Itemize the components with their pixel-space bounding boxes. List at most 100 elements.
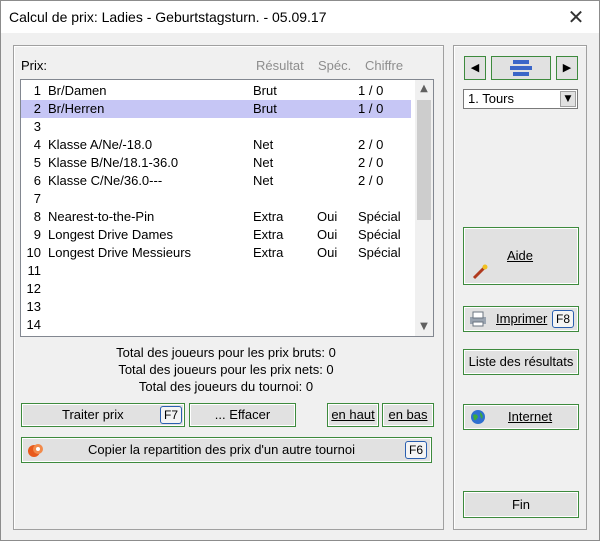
en-bas-label: en bas [388,407,428,422]
prize-num: 4 [33,137,41,152]
prize-row[interactable]: 2 Br/Herren Brut 1 / 0 [21,100,411,118]
header-chiffre: Chiffre [365,58,404,73]
prize-result: Net [253,155,274,170]
traiter-prix-button[interactable]: Traiter prix F7 [21,403,185,427]
prev-icon[interactable]: ◀ [464,56,486,80]
effacer-button[interactable]: ... Effacer [189,403,296,427]
prize-num: 9 [33,227,41,242]
prize-row[interactable]: 7 [21,190,411,208]
prize-name: Br/Herren [48,101,105,116]
prize-list[interactable]: 1 Br/Damen Brut 1 / 0 2 Br/Herren Brut 1 / 034K… [20,79,434,337]
copy-icon [27,442,45,466]
prize-name: Nearest-to-the-Pin [48,209,155,224]
prize-row[interactable]: 6 Klasse C/Ne/36.0--- Net 2 / 0 [21,172,411,190]
print-layout-button[interactable] [491,56,551,80]
prize-num: 3 [33,119,41,134]
prize-name: Longest Drive Messieurs [48,245,192,260]
prize-figure: 2 / 0 [358,155,384,170]
header-spec: Spéc. [318,58,352,73]
traiter-key-badge: F7 [160,406,183,424]
scroll-thumb[interactable] [417,100,431,220]
title-bar: Calcul de prix: Ladies - Geburtstagsturn… [1,1,599,33]
aide-button[interactable]: Aide [463,227,579,285]
prize-num: 11 [27,263,42,278]
prize-name: Klasse A/Ne/-18.0 [48,137,153,152]
aide-label: Aide [507,248,534,263]
prize-figure: Spécial [358,227,401,242]
fin-button[interactable]: Fin [463,491,579,518]
internet-button[interactable]: Internet [463,404,579,430]
copier-repartition-button[interactable]: Copier la repartition des prix d'un autr… [21,437,432,463]
window-title: Calcul de prix: Ladies - Geburtstagsturn… [9,9,327,25]
prize-name: Klasse B/Ne/18.1-36.0 [48,155,179,170]
total-tournoi: Total des joueurs du tournoi: 0 [138,379,314,394]
copier-label: Copier la repartition des prix d'un autr… [88,442,355,457]
next-icon[interactable]: ▶ [556,56,578,80]
prize-result: Extra [253,209,284,224]
prize-num: 5 [33,155,41,170]
total-brut: Total des joueurs pour les prix bruts: 0 [116,345,336,360]
list-scrollbar[interactable]: ▲ ▼ [415,80,433,336]
effacer-label: ... Effacer [214,407,271,422]
liste-resultats-button[interactable]: Liste des résultats [463,349,579,375]
prize-row[interactable]: 8 Nearest-to-the-Pin Extra Oui Spécial [21,208,411,226]
header-prix: Prix: [21,58,47,73]
en-haut-label: en haut [331,407,375,422]
en-bas-button[interactable]: en bas [382,403,434,427]
prize-row[interactable]: 14 [21,316,411,334]
prize-num: 14 [26,317,41,332]
prize-row[interactable]: 3 [21,118,411,136]
globe-icon [470,409,486,433]
round-select-value: 1. Tours [468,91,515,106]
prize-name: Klasse C/Ne/36.0--- [48,173,163,188]
prize-row[interactable]: 11 [21,262,411,280]
traiter-prix-label: Traiter prix [62,407,124,422]
prize-name: Br/Damen [48,83,107,98]
prize-spec: Oui [317,245,338,260]
copier-key-badge: F6 [405,441,428,459]
imprimer-label: Imprimer [496,311,548,326]
printer-icon [468,311,488,335]
scroll-up-icon[interactable]: ▲ [415,80,433,98]
imprimer-key-badge: F8 [552,310,575,328]
prize-figure: 1 / 0 [358,101,384,116]
prize-row[interactable]: 12 [21,280,411,298]
layout-icon [510,60,532,84]
round-select[interactable]: 1. Tours ▼ [463,89,578,109]
header-resultat: Résultat [256,58,304,73]
dropdown-icon[interactable]: ▼ [560,91,576,107]
prize-spec: Oui [317,227,338,242]
prize-num: 12 [26,281,41,296]
liste-label: Liste des résultats [468,354,574,369]
prize-figure: 2 / 0 [358,137,384,152]
prize-num: 8 [33,209,41,224]
prize-row[interactable]: 5 Klasse B/Ne/18.1-36.0 Net 2 / 0 [21,154,411,172]
prize-num: 13 [26,299,41,314]
prize-figure: 2 / 0 [358,173,384,188]
imprimer-button[interactable]: Imprimer F8 [463,306,579,332]
en-haut-button[interactable]: en haut [327,403,379,427]
prize-row[interactable]: 13 [21,298,411,316]
prize-result: Brut [253,83,277,98]
prize-result: Net [253,173,274,188]
prize-result: Brut [253,101,277,116]
prize-num: 6 [33,173,41,188]
prize-num: 1 [33,83,41,98]
prize-row[interactable]: 1 Br/Damen Brut 1 / 0 [21,82,411,100]
prize-figure: Spécial [358,245,401,260]
prize-num: 2 [33,101,41,116]
prize-num: 10 [26,245,41,260]
prize-num: 7 [33,191,41,206]
prize-figure: Spécial [358,209,401,224]
prize-result: Net [253,137,274,152]
prize-row[interactable]: 4 Klasse A/Ne/-18.0 Net 2 / 0 [21,136,411,154]
total-net: Total des joueurs pour les prix nets: 0 [118,362,334,377]
prize-name: Longest Drive Dames [48,227,173,242]
close-icon[interactable]: ✕ [553,1,599,33]
internet-label: Internet [508,409,553,424]
prize-row[interactable]: 10 Longest Drive Messieurs Extra Oui Spécial [21,244,411,262]
help-wand-icon [472,248,488,304]
prize-row[interactable]: 9 Longest Drive Dames Extra Oui Spécial [21,226,411,244]
prize-figure: 1 / 0 [358,83,384,98]
scroll-down-icon[interactable]: ▼ [415,318,433,336]
